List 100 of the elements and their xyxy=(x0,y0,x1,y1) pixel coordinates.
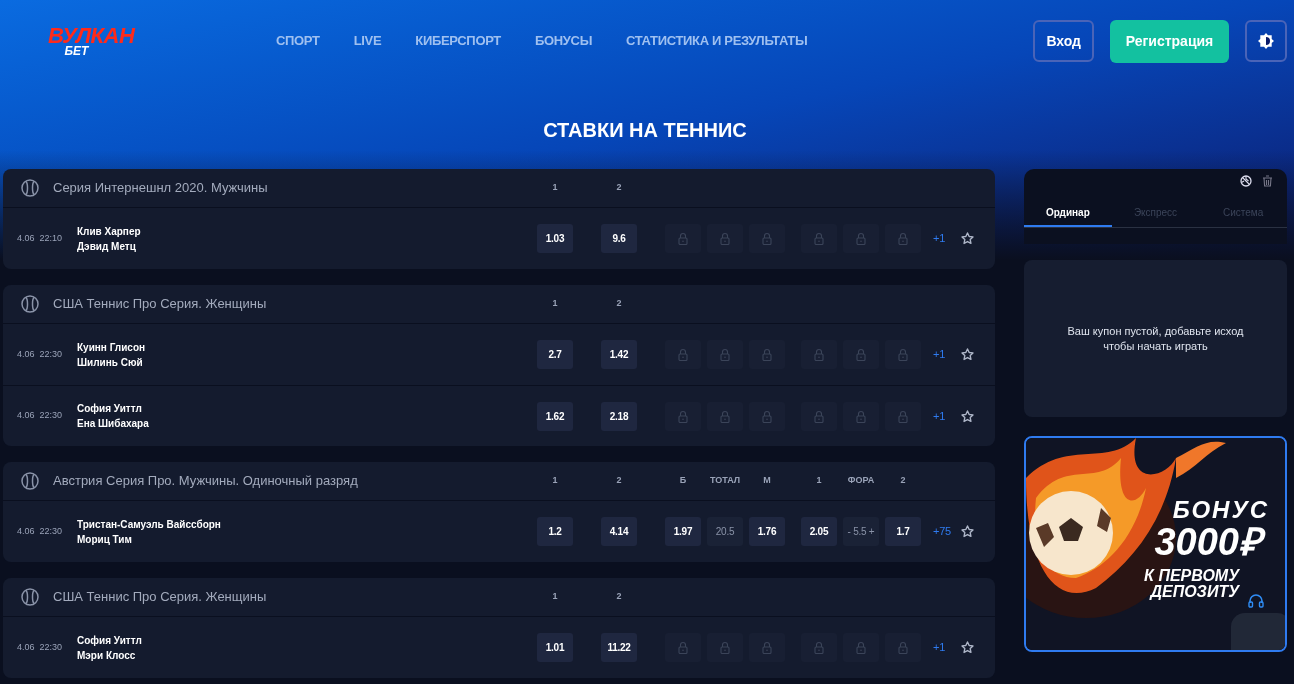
odds-button[interactable]: 1.01 xyxy=(537,633,573,662)
column-header: 2 xyxy=(899,474,907,488)
match-time: 4.06 22:30 xyxy=(16,524,64,538)
more-markets-link[interactable]: +1 xyxy=(933,230,955,247)
column-header: 1 xyxy=(551,590,559,604)
lock-icon xyxy=(720,232,730,245)
tennis-ball-icon xyxy=(21,295,39,313)
headset-icon[interactable] xyxy=(1247,592,1265,610)
odds-button[interactable]: 1.7 xyxy=(885,517,921,546)
trash-icon[interactable] xyxy=(1262,175,1273,187)
player-name[interactable]: София Уиттл xyxy=(77,633,142,647)
theme-toggle-button[interactable] xyxy=(1245,20,1287,62)
star-icon[interactable] xyxy=(961,232,974,245)
match-time: 4.06 22:30 xyxy=(16,640,64,654)
column-header: Б xyxy=(678,474,688,488)
lock-icon xyxy=(762,348,772,361)
banner-subtitle: К ПЕРВОМУ ДЕПОЗИТУ xyxy=(1143,568,1239,600)
lock-icon xyxy=(762,232,772,245)
column-header: ТОТАЛ xyxy=(708,474,742,488)
star-icon[interactable] xyxy=(961,348,974,361)
lock-icon xyxy=(898,232,908,245)
player-name[interactable]: Дэвид Метц xyxy=(77,239,136,253)
lock-icon xyxy=(762,409,772,423)
match-time: 4.06 22:30 xyxy=(16,409,64,423)
column-header: 2 xyxy=(615,474,623,488)
ball-off-icon[interactable] xyxy=(1240,175,1252,187)
player-name[interactable]: Куинн Глисон xyxy=(77,340,146,354)
more-markets-link[interactable]: +75 xyxy=(933,523,955,540)
lock-icon xyxy=(856,409,866,423)
lock-icon xyxy=(856,232,866,245)
page-title: СТАВКИ НА ТЕННИС xyxy=(542,118,748,143)
empty-coupon-message: Ваш купон пустой, добавьте исход чтобы начать играть xyxy=(1066,323,1245,354)
player-name[interactable]: София Уиттл xyxy=(77,402,142,415)
league-title[interactable]: Австрия Серия Про. Мужчины. Одиночный разряд xyxy=(53,471,358,491)
lock-icon xyxy=(814,409,824,423)
more-markets-link[interactable]: +1 xyxy=(933,407,955,425)
banner-amount: 3000₽ xyxy=(1154,520,1267,564)
odds-button[interactable]: 1.76 xyxy=(749,517,785,546)
lock-icon xyxy=(898,641,908,654)
tennis-ball-icon xyxy=(21,179,39,197)
more-markets-link[interactable]: +1 xyxy=(933,639,955,656)
odds-button[interactable]: 11.22 xyxy=(601,633,637,662)
tennis-ball-icon xyxy=(21,472,39,490)
lock-icon xyxy=(814,232,824,245)
lock-icon xyxy=(678,641,688,654)
nav-link[interactable]: БОНУСЫ xyxy=(534,31,593,51)
lock-icon xyxy=(856,641,866,654)
logo[interactable]: ВУЛКАН БЕТ xyxy=(48,25,135,57)
column-header: М xyxy=(762,474,772,488)
odds-button[interactable]: 1.97 xyxy=(665,517,701,546)
market-parameter: - 5.5 + xyxy=(843,517,879,546)
star-icon[interactable] xyxy=(961,525,974,538)
coupon-tab[interactable]: Ординар xyxy=(1024,199,1112,227)
player-name[interactable]: Шилинь Сюй xyxy=(77,355,143,369)
player-name[interactable]: Мориц Тим xyxy=(77,532,132,546)
column-header: 1 xyxy=(815,474,823,488)
bonus-banner[interactable]: БОНУС 3000₽ К ПЕРВОМУ ДЕПОЗИТУ xyxy=(1024,436,1287,652)
odds-button[interactable]: 9.6 xyxy=(601,224,637,253)
league-title[interactable]: Серия Интернешнл 2020. Мужчины xyxy=(53,178,268,198)
more-markets-link[interactable]: +1 xyxy=(933,346,955,363)
odds-button[interactable]: 1.62 xyxy=(537,401,573,431)
tennis-ball-icon xyxy=(21,588,39,606)
contrast-icon xyxy=(1258,33,1274,49)
lock-icon xyxy=(814,348,824,361)
player-name[interactable]: Тристан-Самуэль Вайссборн xyxy=(77,517,221,531)
lock-icon xyxy=(898,409,908,423)
column-header: ФОРА xyxy=(846,474,876,488)
lock-icon xyxy=(720,641,730,654)
lock-icon xyxy=(814,641,824,654)
league-title[interactable]: США Теннис Про Серия. Женщины xyxy=(53,587,267,607)
odds-button[interactable]: 2.7 xyxy=(537,340,573,369)
odds-button[interactable]: 1.03 xyxy=(537,224,573,253)
odds-button[interactable]: 4.14 xyxy=(601,517,637,546)
lock-icon xyxy=(898,348,908,361)
column-header: 2 xyxy=(615,297,623,311)
match-time: 4.06 22:10 xyxy=(16,231,64,245)
star-icon[interactable] xyxy=(961,641,974,654)
league-title[interactable]: США Теннис Про Серия. Женщины xyxy=(53,294,267,314)
odds-button[interactable]: 2.18 xyxy=(601,401,637,431)
lock-icon xyxy=(678,409,688,423)
player-name[interactable]: Мэри Клосс xyxy=(77,648,136,662)
lock-icon xyxy=(720,409,730,423)
column-header: 1 xyxy=(551,181,559,195)
match-time: 4.06 22:30 xyxy=(16,347,64,361)
market-parameter: 20.5 xyxy=(707,517,743,546)
odds-button[interactable]: 2.05 xyxy=(801,517,837,546)
player-name[interactable]: Клив Харпер xyxy=(77,224,141,238)
column-header: 1 xyxy=(551,474,559,488)
banner-title: БОНУС xyxy=(1172,498,1269,522)
star-icon[interactable] xyxy=(961,409,974,423)
column-header: 1 xyxy=(551,297,559,311)
lock-icon xyxy=(678,348,688,361)
player-name[interactable]: Ена Шибахара xyxy=(77,417,149,430)
lock-icon xyxy=(678,232,688,245)
nav-link[interactable]: СТАТИСТИКА И РЕЗУЛЬТАТЫ xyxy=(626,31,808,51)
odds-button[interactable]: 1.42 xyxy=(601,340,637,369)
lock-icon xyxy=(762,641,772,654)
login-button[interactable]: Вход xyxy=(1033,20,1094,62)
odds-button[interactable]: 1.2 xyxy=(537,517,573,546)
column-header: 2 xyxy=(615,590,623,604)
